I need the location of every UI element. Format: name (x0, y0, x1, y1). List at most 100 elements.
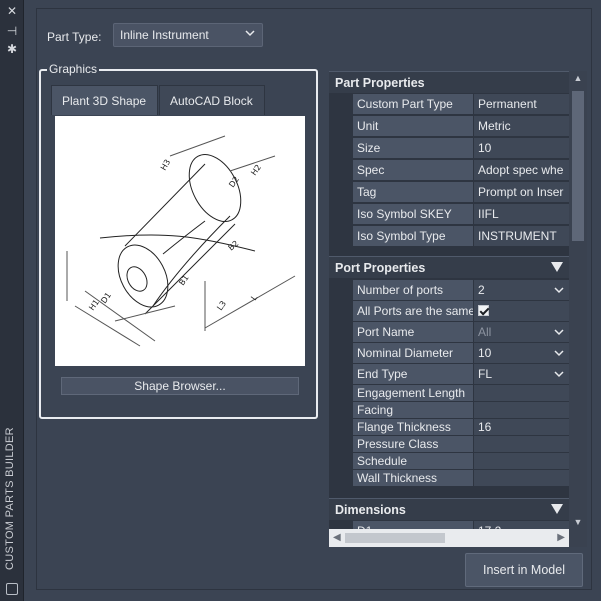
prop-value[interactable]: Metric (474, 116, 569, 136)
prop-value[interactable] (474, 385, 569, 401)
prop-row-engagement-length[interactable]: Engagement Length (353, 385, 569, 402)
scroll-thumb[interactable] (345, 533, 445, 543)
prop-name: Wall Thickness (353, 470, 473, 486)
dim-label-b2: B2 (227, 239, 241, 253)
prop-value[interactable]: 17.2 (474, 521, 569, 529)
prop-value-text: All (478, 325, 492, 339)
prop-row-port-name[interactable]: Port Name All (353, 322, 569, 343)
tab-label: AutoCAD Block (170, 94, 253, 108)
prop-value[interactable] (474, 301, 569, 321)
prop-value[interactable] (474, 436, 569, 452)
prop-name: All Ports are the same (353, 301, 473, 321)
tab-label: Plant 3D Shape (62, 94, 147, 108)
prop-value[interactable]: FL (474, 364, 569, 384)
settings-icon[interactable]: ✱ (5, 42, 19, 56)
shape-browser-button[interactable]: Shape Browser... (61, 377, 299, 395)
scroll-thumb[interactable] (572, 91, 584, 241)
prop-value[interactable] (474, 402, 569, 418)
tab-autocad-block[interactable]: AutoCAD Block (159, 85, 265, 115)
prop-value-text: 2 (478, 283, 485, 297)
scroll-down-icon[interactable]: ▼ (572, 517, 584, 527)
prop-row-spec[interactable]: Spec Adopt spec whe (353, 160, 569, 181)
inline-instrument-drawing: H2 D2 H3 H1 D1 B1 B2 L3 L (66, 135, 296, 347)
shape-preview: H2 D2 H3 H1 D1 B1 B2 L3 L (55, 116, 305, 366)
prop-value[interactable]: 2 (474, 280, 569, 300)
insert-in-model-button[interactable]: Insert in Model (465, 553, 583, 587)
graphics-legend: Graphics (47, 62, 100, 76)
prop-row-pressure-class[interactable]: Pressure Class (353, 436, 569, 453)
prop-value[interactable]: All (474, 322, 569, 342)
tab-plant-3d-shape[interactable]: Plant 3D Shape (51, 85, 158, 115)
section-title: Port Properties (335, 261, 426, 275)
prop-value[interactable]: 10 (474, 138, 569, 158)
prop-name: Nominal Diameter (353, 343, 473, 363)
close-icon[interactable]: ✕ (5, 4, 19, 18)
collapse-triangle-icon[interactable] (551, 262, 563, 272)
chevron-down-icon (554, 371, 564, 378)
properties-icon[interactable] (6, 583, 18, 595)
dim-label-h2: H2 (249, 163, 263, 177)
prop-row-facing[interactable]: Facing (353, 402, 569, 419)
scroll-left-icon[interactable]: ◀ (333, 532, 341, 543)
section-port-properties[interactable]: Port Properties (329, 256, 569, 278)
dim-label-d2: D2 (227, 175, 241, 189)
prop-row-schedule[interactable]: Schedule (353, 453, 569, 470)
pin-icon[interactable]: ⊣ (5, 24, 19, 38)
prop-value[interactable]: INSTRUMENT (474, 226, 569, 246)
chevron-down-icon (554, 329, 564, 336)
prop-row-size[interactable]: Size 10 (353, 138, 569, 159)
prop-row-d1[interactable]: D1 17.2 (353, 521, 569, 529)
section-part-properties[interactable]: Part Properties (329, 71, 569, 93)
scroll-up-icon[interactable]: ▲ (572, 73, 584, 83)
prop-value[interactable]: 10 (474, 343, 569, 363)
custom-parts-builder-panel: Part Type: Inline Instrument Graphics Pl… (24, 0, 601, 601)
prop-value-text: FL (478, 367, 493, 381)
property-grid-content: Part Properties Custom Part Type Permane… (329, 71, 569, 529)
prop-row-flange-thickness[interactable]: Flange Thickness 16 (353, 419, 569, 436)
prop-name: Spec (353, 160, 473, 180)
prop-value[interactable]: 16 (474, 419, 569, 435)
prop-name: Port Name (353, 322, 473, 342)
dim-label-b1: B1 (177, 273, 190, 287)
prop-row-nominal-diameter[interactable]: Nominal Diameter 10 (353, 343, 569, 364)
prop-row-all-ports-same[interactable]: All Ports are the same (353, 301, 569, 322)
palette-title: CUSTOM PARTS BUILDER (4, 427, 16, 570)
prop-name: Iso Symbol Type (353, 226, 473, 246)
prop-row-iso-symbol-type[interactable]: Iso Symbol Type INSTRUMENT (353, 226, 569, 247)
part-type-value: Inline Instrument (120, 28, 209, 42)
part-type-select[interactable]: Inline Instrument (113, 23, 263, 47)
all-ports-same-checkbox[interactable] (478, 305, 489, 316)
prop-value[interactable]: Adopt spec whe (474, 160, 569, 180)
prop-value[interactable] (474, 470, 569, 486)
prop-name: Pressure Class (353, 436, 473, 452)
chevron-down-icon (554, 287, 564, 294)
graphics-group: Graphics Plant 3D Shape AutoCAD Block H2… (39, 62, 318, 419)
section-dimensions[interactable]: Dimensions (329, 498, 569, 520)
prop-name: Tag (353, 182, 473, 202)
prop-row-tag[interactable]: Tag Prompt on Inser (353, 182, 569, 203)
horizontal-scrollbar[interactable]: ◀ ▶ (329, 529, 569, 547)
prop-row-end-type[interactable]: End Type FL (353, 364, 569, 385)
prop-value-text: 10 (478, 346, 492, 360)
property-grid: Part Properties Custom Part Type Permane… (329, 71, 587, 547)
prop-row-iso-symbol-skey[interactable]: Iso Symbol SKEY IIFL (353, 204, 569, 225)
prop-row-wall-thickness[interactable]: Wall Thickness (353, 470, 569, 487)
chevron-down-icon (245, 30, 255, 37)
prop-row-number-of-ports[interactable]: Number of ports 2 (353, 280, 569, 301)
scroll-right-icon[interactable]: ▶ (557, 532, 565, 543)
section-title: Part Properties (335, 76, 425, 90)
prop-name: D1 (353, 521, 473, 529)
vertical-scrollbar[interactable]: ▲ ▼ (569, 71, 587, 529)
prop-row-unit[interactable]: Unit Metric (353, 116, 569, 137)
collapse-triangle-icon[interactable] (551, 504, 563, 514)
prop-name: Custom Part Type (353, 94, 473, 114)
dim-label-h3: H3 (159, 158, 172, 172)
prop-value[interactable]: Prompt on Inser (474, 182, 569, 202)
prop-value[interactable]: Permanent (474, 94, 569, 114)
prop-value[interactable] (474, 453, 569, 469)
prop-value[interactable]: IIFL (474, 204, 569, 224)
part-type-label: Part Type: (47, 30, 102, 44)
prop-name: Unit (353, 116, 473, 136)
chevron-down-icon (554, 350, 564, 357)
prop-row-custom-part-type[interactable]: Custom Part Type Permanent (353, 94, 569, 115)
